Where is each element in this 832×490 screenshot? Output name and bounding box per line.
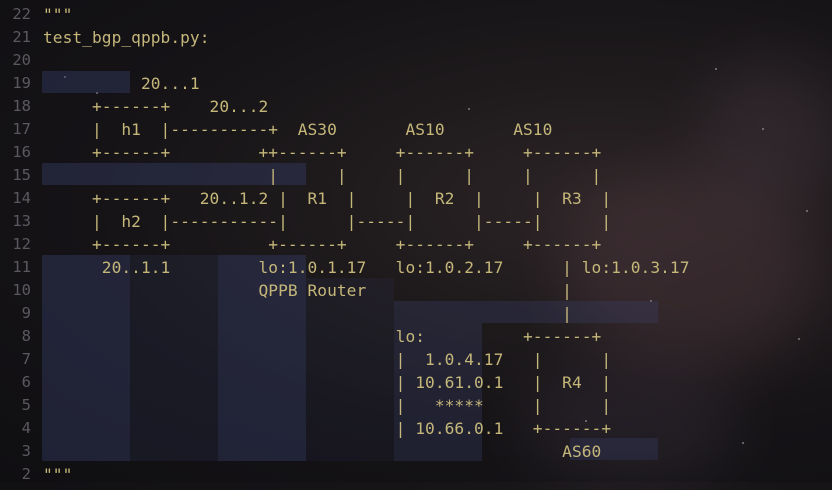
line-number: 3 [21,442,31,460]
line-number: 12 [12,235,31,253]
line-number: 7 [21,350,31,368]
code-line[interactable]: QPPB Router | [43,279,572,302]
line-number: 22 [12,5,31,23]
docstring-delimiter[interactable]: """ [43,3,72,26]
code-text-area[interactable]: """ test_bgp_qppb.py: 20...1 +------+ 20… [43,0,832,484]
line-number: 16 [12,143,31,161]
line-number: 15 [12,166,31,184]
code-line[interactable]: | [43,302,572,325]
code-line[interactable]: AS60 [43,440,601,463]
line-number: 8 [21,327,31,345]
code-line[interactable]: | h1 |----------+ AS30 AS10 AS10 [43,118,552,141]
line-number: 4 [21,419,31,437]
line-number: 17 [12,120,31,138]
line-number: 2 [21,465,31,483]
code-line[interactable]: lo: +------+ [43,325,602,348]
line-number: 14 [12,189,31,207]
line-number: 19 [12,74,31,92]
code-editor[interactable]: 22 21 20 19 18 17 16 15 14 13 12 11 10 9… [0,0,832,490]
line-number-gutter: 22 21 20 19 18 17 16 15 14 13 12 11 10 9… [0,0,36,483]
code-line[interactable]: +------+ +------+ +------+ +------+ [43,233,601,256]
code-line[interactable]: 20..1.1 lo:1.0.1.17 lo:1.0.2.17 | lo:1.0… [43,256,690,279]
code-line[interactable]: | 10.66.0.1 +------+ [43,417,611,440]
code-line[interactable]: | 1.0.4.17 | | [43,348,611,371]
code-line[interactable]: | ***** | | [43,394,611,417]
line-number: 18 [12,97,31,115]
line-number: 13 [12,212,31,230]
line-number: 5 [21,396,31,414]
line-number: 10 [12,281,31,299]
line-number: 21 [12,28,31,46]
code-line[interactable]: +------+ 20..1.2 | R1 | | R2 | | R3 | [43,187,611,210]
code-line[interactable]: +------+ ++------+ +------+ +------+ [43,141,601,164]
code-line[interactable]: 20...1 [43,72,200,95]
line-number: 9 [21,304,31,322]
docstring-delimiter[interactable]: """ [43,463,72,486]
code-line[interactable]: | h2 |-----------| |-----| |-----| | [43,210,611,233]
line-number: 11 [12,258,31,276]
code-line[interactable]: | | | | | | [43,164,601,187]
code-line[interactable]: test_bgp_qppb.py: [43,26,210,49]
line-number: 6 [21,373,31,391]
code-line[interactable]: | 10.61.0.1 | R4 | [43,371,611,394]
line-number: 20 [12,51,31,69]
code-line[interactable]: +------+ 20...2 [43,95,268,118]
